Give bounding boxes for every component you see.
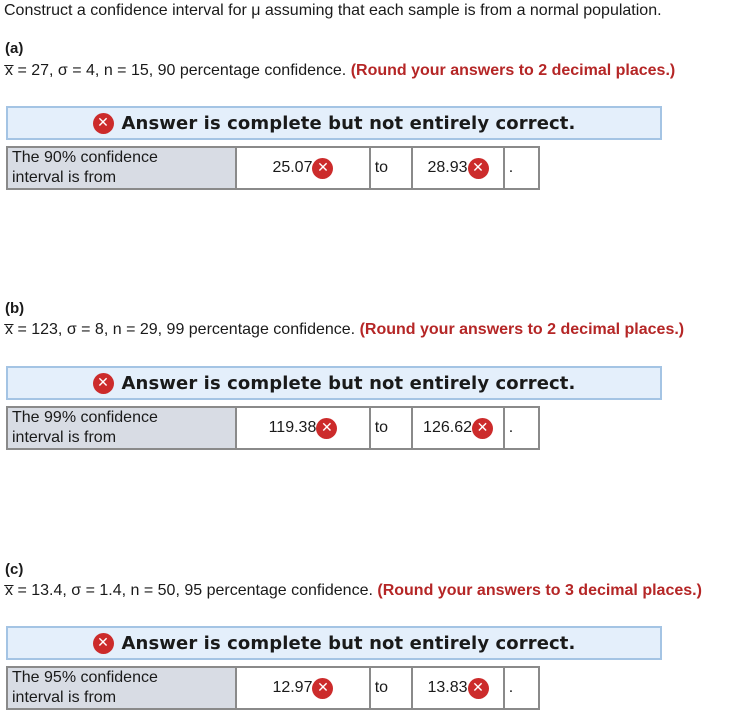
part-c-instruction: (Round your answers to 3 decimal places.… bbox=[377, 582, 702, 599]
part-c-row-label: The 95% confidence interval is from bbox=[8, 668, 238, 708]
part-c-period: . bbox=[508, 679, 514, 696]
part-c-given-text: x̅ = 13.4, σ = 1.4, n = 50, 95 percentag… bbox=[5, 582, 373, 599]
part-c-given: x̅ = 13.4, σ = 1.4, n = 50, 95 percentag… bbox=[5, 582, 702, 600]
part-a-row-label: The 90% confidence interval is from bbox=[8, 148, 238, 188]
part-b-connector: to bbox=[371, 408, 414, 448]
part-a-upper-value: 28.93 bbox=[427, 159, 468, 176]
part-b-row-label-line1: The 99% confidence bbox=[12, 409, 158, 426]
part-c-lower-value: 12.97 bbox=[272, 679, 313, 696]
incorrect-icon: ✕ bbox=[312, 157, 334, 179]
part-c-row-label-line1: The 95% confidence bbox=[12, 669, 158, 686]
part-b-lower-value: 119.38 bbox=[268, 419, 317, 436]
part-b-upper-value: 126.62 bbox=[423, 419, 472, 436]
part-b-row-label: The 99% confidence interval is from bbox=[8, 408, 238, 448]
part-c-answer-row: The 95% confidence interval is from 12.9… bbox=[6, 666, 540, 710]
part-a-lower-value: 25.07 bbox=[272, 159, 313, 176]
part-c-upper-value: 13.83 bbox=[427, 679, 468, 696]
part-c-upper-input[interactable]: 13.83 ✕ bbox=[413, 668, 505, 708]
part-a-banner-text: Answer is complete but not entirely corr… bbox=[121, 112, 576, 134]
part-b-row-label-line2: interval is from bbox=[12, 429, 117, 446]
part-b-lower-input[interactable]: 119.38 ✕ bbox=[237, 408, 371, 448]
error-icon: ✕ bbox=[92, 112, 114, 134]
part-b-given: x̅ = 123, σ = 8, n = 29, 99 percentage c… bbox=[5, 321, 684, 339]
part-b-period: . bbox=[508, 419, 514, 436]
part-a-period: . bbox=[508, 159, 514, 176]
incorrect-icon: ✕ bbox=[471, 417, 493, 439]
part-a-given-text: x̅ = 27, σ = 4, n = 15, 90 percentage co… bbox=[5, 62, 347, 79]
incorrect-icon: ✕ bbox=[312, 677, 334, 699]
part-b-upper-input[interactable]: 126.62 ✕ bbox=[413, 408, 505, 448]
part-a-connector: to bbox=[371, 148, 414, 188]
part-a-answer-row: The 90% confidence interval is from 25.0… bbox=[6, 146, 540, 190]
incorrect-icon: ✕ bbox=[467, 157, 489, 179]
part-a-upper-input[interactable]: 28.93 ✕ bbox=[413, 148, 505, 188]
part-c-connector: to bbox=[371, 668, 414, 708]
part-c-result-banner: ✕ Answer is complete but not entirely co… bbox=[6, 626, 662, 660]
part-b-answer-row: The 99% confidence interval is from 119.… bbox=[6, 406, 540, 450]
incorrect-icon: ✕ bbox=[467, 677, 489, 699]
part-a-lower-input[interactable]: 25.07 ✕ bbox=[237, 148, 371, 188]
part-a-label: (a) bbox=[5, 40, 24, 57]
part-c-banner-text: Answer is complete but not entirely corr… bbox=[121, 632, 576, 654]
part-b-result-banner: ✕ Answer is complete but not entirely co… bbox=[6, 366, 662, 400]
part-a-row-label-line2: interval is from bbox=[12, 169, 117, 186]
error-icon: ✕ bbox=[92, 372, 114, 394]
part-a-row-label-line1: The 90% confidence bbox=[12, 149, 158, 166]
part-a-result-banner: ✕ Answer is complete but not entirely co… bbox=[6, 106, 662, 140]
error-icon: ✕ bbox=[92, 632, 114, 654]
part-b-given-text: x̅ = 123, σ = 8, n = 29, 99 percentage c… bbox=[5, 321, 356, 338]
part-a-instruction: (Round your answers to 2 decimal places.… bbox=[350, 62, 676, 79]
part-b-instruction: (Round your answers to 2 decimal places.… bbox=[359, 321, 685, 338]
incorrect-icon: ✕ bbox=[316, 417, 338, 439]
part-b-label: (b) bbox=[5, 300, 25, 317]
part-c-label: (c) bbox=[5, 561, 24, 578]
part-c-row-label-line2: interval is from bbox=[12, 689, 117, 706]
part-a-given: x̅ = 27, σ = 4, n = 15, 90 percentage co… bbox=[5, 62, 675, 80]
question-intro: Construct a confidence interval for μ as… bbox=[4, 2, 662, 19]
part-b-banner-text: Answer is complete but not entirely corr… bbox=[121, 372, 576, 394]
part-c-lower-input[interactable]: 12.97 ✕ bbox=[237, 668, 371, 708]
